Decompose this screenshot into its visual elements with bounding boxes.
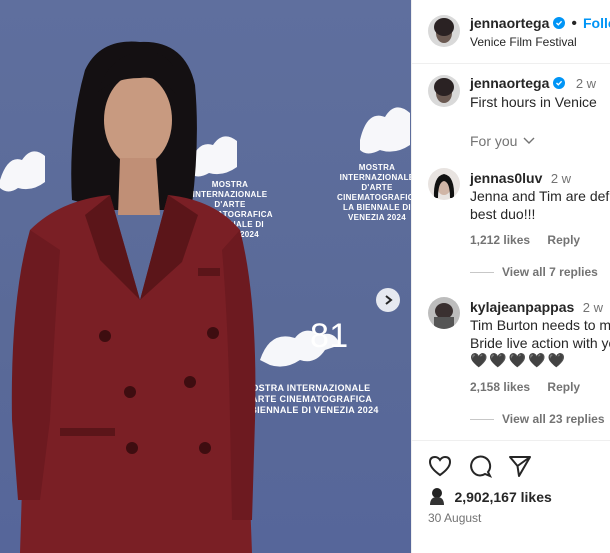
- comment-likes[interactable]: 2,158 likes: [470, 380, 530, 394]
- reply-button[interactable]: Reply: [547, 380, 580, 394]
- header-username[interactable]: jennaortega: [470, 15, 549, 31]
- chevron-down-icon: [523, 137, 535, 144]
- follow-button[interactable]: Follo: [583, 15, 610, 31]
- likes-count[interactable]: 2,902,167 likes: [454, 489, 551, 505]
- for-you-dropdown[interactable]: For you: [470, 132, 535, 150]
- verified-badge-icon: [553, 77, 566, 89]
- comment-hearts: 🖤🖤🖤🖤🖤: [470, 352, 568, 368]
- comment-likes[interactable]: 1,212 likes: [470, 233, 530, 247]
- caption-text: First hours in Venice: [470, 94, 597, 110]
- comment-text: Jenna and Tim are defin: [470, 188, 610, 204]
- avatar[interactable]: [428, 168, 460, 200]
- avatar[interactable]: [428, 15, 460, 47]
- view-replies-button[interactable]: View all 7 replies: [470, 265, 598, 279]
- caption-time: 2 w: [575, 76, 597, 91]
- chevron-right-icon: [385, 295, 393, 305]
- comment-time: 2 w: [550, 171, 572, 186]
- comment-icon[interactable]: [468, 454, 492, 478]
- action-bar: 2,902,167 likes 30 August: [412, 440, 610, 525]
- location-link[interactable]: Venice Film Festival: [470, 33, 577, 51]
- avatar[interactable]: [428, 297, 460, 329]
- avatar[interactable]: [428, 75, 460, 107]
- reply-button[interactable]: Reply: [547, 233, 580, 247]
- comment-username[interactable]: jennas0luv: [470, 170, 542, 186]
- separator-dot: •: [571, 15, 577, 32]
- caption-username[interactable]: jennaortega: [470, 75, 549, 91]
- comment-username[interactable]: kylajeanpappas: [470, 299, 574, 315]
- post-photo[interactable]: MOSTRA INTERNAZIONALE D'ARTE CINEMATOGRA…: [0, 0, 411, 553]
- post-sidebar: jennaortega • Follo Venice Film Festival j…: [411, 0, 610, 553]
- share-icon[interactable]: [508, 454, 532, 478]
- post-date: 30 August: [428, 511, 482, 525]
- view-replies-button[interactable]: View all 23 replies: [470, 412, 605, 426]
- post-header: jennaortega • Follo Venice Film Festival: [412, 0, 610, 64]
- comment-text: Tim Burton needs to m: [470, 317, 610, 333]
- comment-time: 2 w: [582, 300, 603, 315]
- liker-avatar-icon: [430, 488, 444, 505]
- comment-text: Bride live action with yo: [470, 335, 610, 351]
- next-photo-button[interactable]: [376, 288, 400, 312]
- verified-badge-icon: [553, 17, 566, 29]
- person-figure: [11, 41, 256, 553]
- comment-text: best duo!!!: [470, 206, 536, 222]
- like-heart-icon[interactable]: [428, 455, 452, 477]
